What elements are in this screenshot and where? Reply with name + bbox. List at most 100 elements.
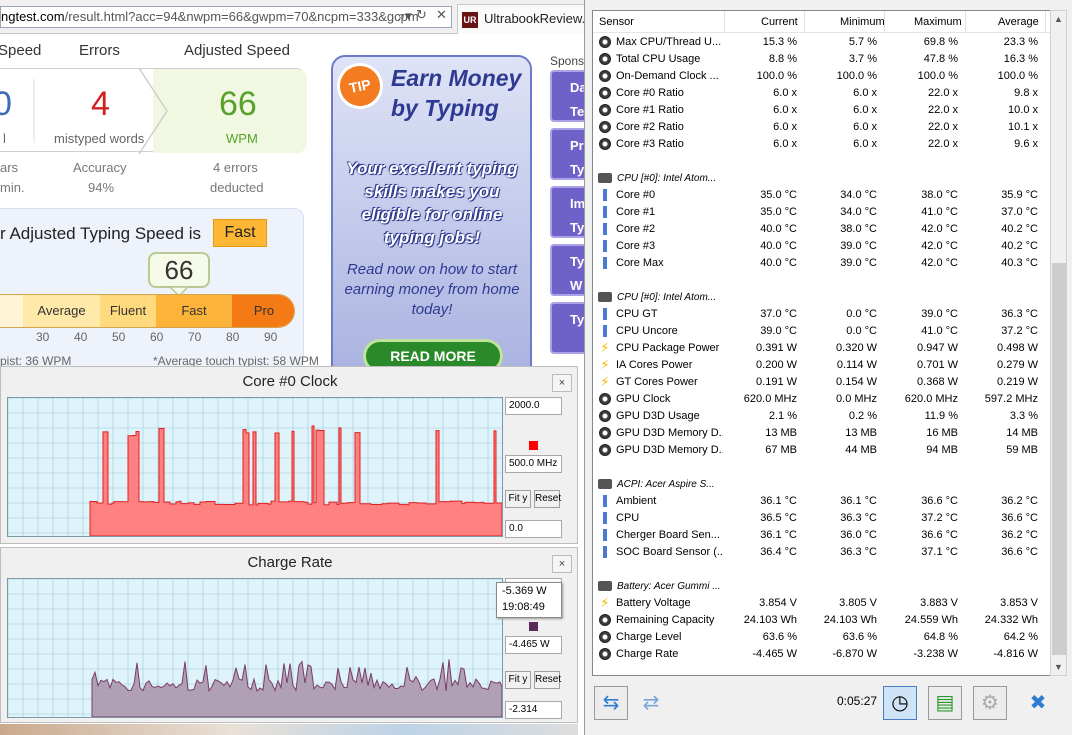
sensor-row[interactable]: CPU 36.5 °C 36.3 °C 37.2 °C 36.6 °C	[593, 510, 1055, 527]
sensor-maximum: 22.0 x	[928, 138, 958, 150]
sensor-current: 0.191 W	[756, 376, 797, 388]
sensor-average: 3.3 %	[1009, 410, 1038, 422]
scroll-thumb[interactable]	[1052, 263, 1066, 655]
sensor-minimum: -6.870 W	[832, 648, 877, 660]
sensor-minimum: 36.3 °C	[840, 512, 877, 524]
sensor-group[interactable]: Battery: Acer Gummi ...	[593, 578, 1055, 595]
charge-trace	[91, 659, 503, 718]
fit-y-button[interactable]: Fit y	[505, 671, 531, 689]
sensor-row[interactable]: Charge Level 63.6 % 63.6 % 64.8 % 64.2 %	[593, 629, 1055, 646]
scroll-down-icon[interactable]: ▼	[1051, 659, 1066, 675]
graph-max-field[interactable]: 2000.0	[505, 397, 562, 415]
sensor-maximum: 24.559 Wh	[904, 614, 958, 626]
sensor-row[interactable]: ⚡ GT Cores Power 0.191 W 0.154 W 0.368 W 0.21…	[593, 374, 1055, 391]
sensor-row[interactable]: Charge Rate -4.465 W -6.870 W -3.238 W -4.81…	[593, 646, 1055, 663]
sensor-row[interactable]: Ambient 36.1 °C 36.1 °C 36.6 °C 36.2 °C	[593, 493, 1055, 510]
sensor-maximum: 0.368 W	[917, 376, 958, 388]
sensor-scrollbar[interactable]: ▲ ▼	[1050, 10, 1067, 676]
sensor-row[interactable]: Core #0 Ratio 6.0 x 6.0 x 22.0 x 9.8 x	[593, 85, 1055, 102]
sensor-row[interactable]: Core #1 Ratio 6.0 x 6.0 x 22.0 x 10.0 x	[593, 102, 1055, 119]
sensor-current: 40.0 °C	[760, 257, 797, 269]
sensor-row[interactable]: ⚡ Battery Voltage 3.854 V 3.805 V 3.883 V 3.8…	[593, 595, 1055, 612]
graph-min-field[interactable]: -2.314	[505, 701, 562, 719]
sensor-list[interactable]: Sensor Current Minimum Maximum Average M…	[592, 10, 1056, 676]
sensor-row[interactable]: GPU D3D Memory D... 13 MB 13 MB 16 MB 14 MB	[593, 425, 1055, 442]
graph-close-button[interactable]: ×	[552, 555, 572, 573]
sensor-row[interactable]: SOC Board Sensor (... 36.4 °C 36.3 °C 37.1 …	[593, 544, 1055, 561]
elapsed-timer: 0:05:27	[837, 694, 878, 708]
sensor-row[interactable]: Remaining Capacity 24.103 Wh 24.103 Wh 24.5…	[593, 612, 1055, 629]
col-header-maximum[interactable]: Maximum	[914, 16, 962, 28]
sensor-average: 59 MB	[1006, 444, 1038, 456]
sensor-average: 9.6 x	[1014, 138, 1038, 150]
tab-ultrabookreview[interactable]: UR UltrabookReview.com	[457, 4, 589, 34]
report-add-icon[interactable]: ▤	[928, 686, 962, 720]
collapse-arrows-icon[interactable]: ⇄	[634, 686, 668, 720]
gear-icon[interactable]: ⚙	[973, 686, 1007, 720]
sensor-row[interactable]: GPU D3D Memory D... 67 MB 44 MB 94 MB 59 MB	[593, 442, 1055, 459]
url-field[interactable]: ngtest.com/result.html?acc=94&nwpm=66&gw…	[0, 6, 452, 28]
sensor-row[interactable]: GPU Clock 620.0 MHz 0.0 MHz 620.0 MHz 597.2 …	[593, 391, 1055, 408]
sensor-group[interactable]: ACPI: Acer Aspire S...	[593, 476, 1055, 493]
col-header-sensor[interactable]: Sensor	[599, 16, 634, 28]
sensor-maximum: 42.0 °C	[921, 223, 958, 235]
sensor-row[interactable]: Core #1 35.0 °C 34.0 °C 41.0 °C 37.0 °C	[593, 204, 1055, 221]
refresh-icon[interactable]: ↻	[416, 7, 427, 23]
sensor-group[interactable]: CPU [#0]: Intel Atom...	[593, 289, 1055, 306]
search-dropdown-icon[interactable]: ⌕▾	[398, 8, 412, 24]
graph-min-field[interactable]: 0.0	[505, 520, 562, 538]
sponsor-item[interactable]: Ty W	[550, 244, 588, 296]
sensor-row[interactable]: CPU Uncore 39.0 °C 0.0 °C 41.0 °C 37.2 °C	[593, 323, 1055, 340]
sensor-minimum: 5.7 %	[848, 36, 877, 48]
reset-button[interactable]: Reset	[534, 490, 561, 508]
tip-ad[interactable]: TIP Earn Money by Typing Your excellent …	[331, 55, 532, 380]
graph-close-button[interactable]: ×	[552, 374, 572, 392]
sensor-row[interactable]: Max CPU/Thread U... 15.3 % 5.7 % 69.8 % 23.3…	[593, 34, 1055, 51]
sensor-average: 36.3 °C	[1001, 308, 1038, 320]
col-header-minimum[interactable]: Minimum	[840, 16, 885, 28]
sensor-average: 37.0 °C	[1001, 206, 1038, 218]
sponsor-item[interactable]: Da Te	[550, 70, 588, 122]
scroll-up-icon[interactable]: ▲	[1051, 11, 1066, 27]
close-x-icon[interactable]: ✖	[1021, 686, 1055, 720]
sponsor-item[interactable]: Ty	[550, 302, 588, 354]
tick-label: 40	[74, 330, 88, 344]
stop-icon[interactable]: ✕	[436, 7, 447, 23]
sensor-row[interactable]: GPU D3D Usage 2.1 % 0.2 % 11.9 % 3.3 %	[593, 408, 1055, 425]
gauge-icon	[599, 427, 611, 439]
sensor-name: CPU	[616, 512, 640, 524]
sensor-average: 23.3 %	[1003, 36, 1038, 48]
sensor-row[interactable]: Total CPU Usage 8.8 % 3.7 % 47.8 % 16.3 %	[593, 51, 1055, 68]
sensor-row[interactable]: CPU GT 37.0 °C 0.0 °C 39.0 °C 36.3 °C	[593, 306, 1055, 323]
sensor-row[interactable]: Core Max 40.0 °C 39.0 °C 42.0 °C 40.3 °C	[593, 255, 1055, 272]
expand-arrows-icon[interactable]: ⇆	[594, 686, 628, 720]
graph-title: Core #0 Clock	[242, 373, 338, 390]
reset-button[interactable]: Reset	[534, 671, 561, 689]
sensor-row[interactable]: Cherger Board Sen... 36.1 °C 36.0 °C 36.6 °…	[593, 527, 1055, 544]
speed-phrase: r Adjusted Typing Speed is	[0, 224, 201, 243]
graph-color-marker[interactable]	[529, 441, 538, 450]
sensor-row[interactable]: Core #0 35.0 °C 34.0 °C 38.0 °C 35.9 °C	[593, 187, 1055, 204]
sensor-row[interactable]: Core #2 40.0 °C 38.0 °C 42.0 °C 40.2 °C	[593, 221, 1055, 238]
sensor-row[interactable]: Core #3 40.0 °C 39.0 °C 42.0 °C 40.2 °C	[593, 238, 1055, 255]
tip-title-2: by Typing	[391, 95, 499, 121]
sponsor-item[interactable]: Pr Ty	[550, 128, 588, 180]
sensor-row[interactable]: ⚡ IA Cores Power 0.200 W 0.114 W 0.701 W 0.27…	[593, 357, 1055, 374]
sensor-group[interactable]: CPU [#0]: Intel Atom...	[593, 170, 1055, 187]
col-header-average[interactable]: Average	[998, 16, 1039, 28]
graph-color-marker[interactable]	[529, 622, 538, 631]
lightning-icon: ⚡	[600, 595, 610, 610]
sensor-average: 37.2 °C	[1001, 325, 1038, 337]
sensor-row[interactable]: ⚡ CPU Package Power 0.391 W 0.320 W 0.947 W 0…	[593, 340, 1055, 357]
sensor-row[interactable]: Core #3 Ratio 6.0 x 6.0 x 22.0 x 9.6 x	[593, 136, 1055, 153]
tick-label: 70	[188, 330, 202, 344]
sensor-row[interactable]: Core #2 Ratio 6.0 x 6.0 x 22.0 x 10.1 x	[593, 119, 1055, 136]
clock-icon[interactable]: ◷	[883, 686, 917, 720]
thermometer-icon	[599, 257, 611, 269]
sensor-average: 9.8 x	[1014, 87, 1038, 99]
header-adjusted-speed: Adjusted Speed	[184, 42, 290, 59]
sponsor-item[interactable]: Im Ty	[550, 186, 588, 238]
col-header-current[interactable]: Current	[761, 16, 798, 28]
sensor-row[interactable]: On-Demand Clock ... 100.0 % 100.0 % 100.0 %…	[593, 68, 1055, 85]
fit-y-button[interactable]: Fit y	[505, 490, 531, 508]
